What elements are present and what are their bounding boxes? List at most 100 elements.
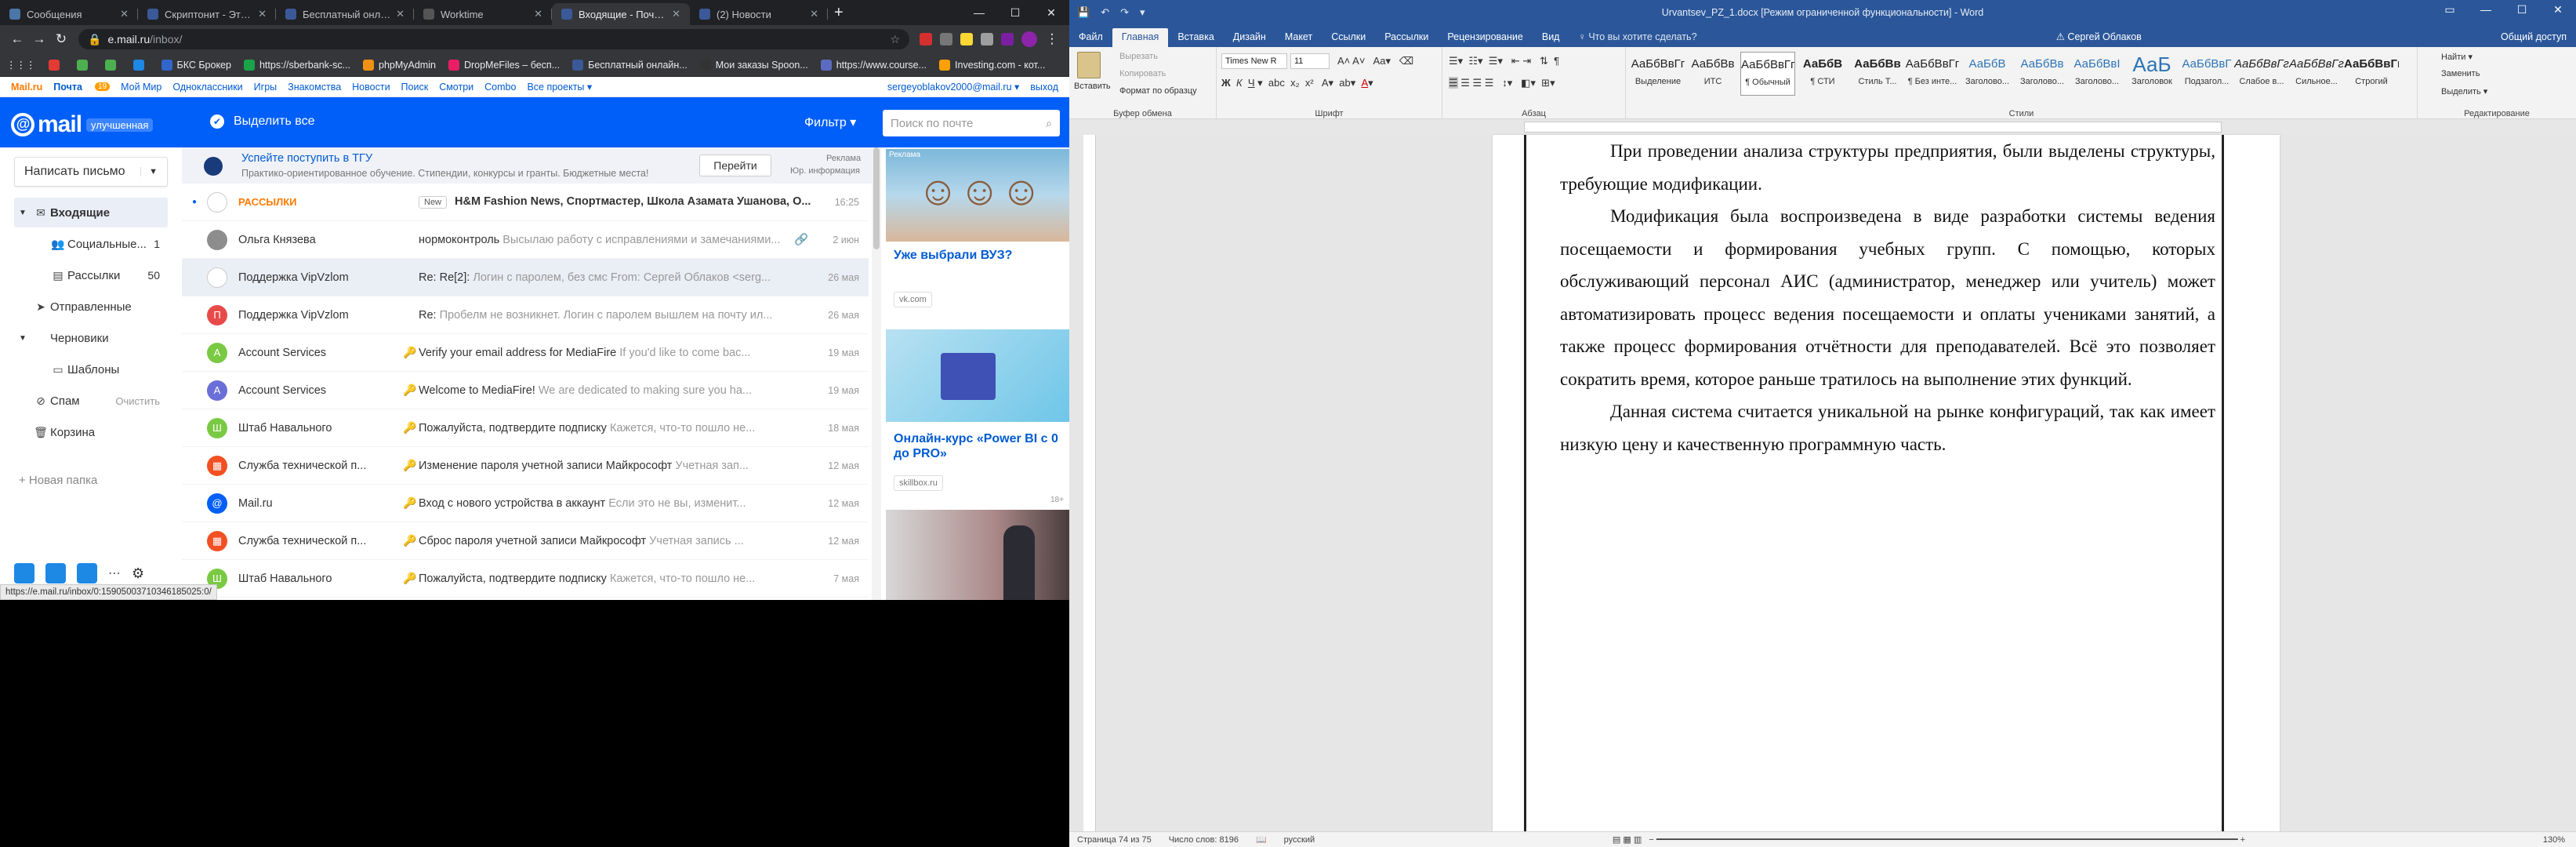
- logout-link[interactable]: выход: [1030, 82, 1058, 93]
- bookmark-item[interactable]: Бесплатный онлайн...: [572, 59, 688, 71]
- horizontal-ruler[interactable]: [1069, 119, 2576, 135]
- more-icon[interactable]: ⋯: [108, 565, 121, 581]
- browser-tab[interactable]: (2) Новости ✕: [690, 3, 828, 25]
- browser-tab[interactable]: Worktime ✕: [414, 3, 552, 25]
- tell-me-input[interactable]: ♀ Что вы хотите сделать?: [1569, 28, 1706, 47]
- folder-item[interactable]: ➤ Отправленные: [14, 292, 168, 322]
- ad-image[interactable]: [886, 329, 1069, 422]
- zoom-level[interactable]: 130%: [2543, 835, 2565, 845]
- clear-spam-button[interactable]: Очистить: [115, 395, 160, 407]
- document-paragraph[interactable]: При проведении анализа структуры предпри…: [1560, 135, 2215, 200]
- font-size-select[interactable]: 11: [1290, 53, 1330, 69]
- font-format-buttons[interactable]: Ж К Ч ▾ abc x₂ x² A▾ ab▾ A▾: [1221, 77, 1373, 89]
- ribbon-display-icon[interactable]: ▭: [2432, 3, 2468, 16]
- style-item[interactable]: АаБ Заголовок: [2124, 52, 2179, 96]
- ad-source[interactable]: skillbox.ru: [894, 475, 943, 491]
- app-icon[interactable]: [14, 563, 34, 583]
- browser-tab[interactable]: Сообщения ✕: [0, 3, 138, 25]
- maximize-button[interactable]: ☐: [2504, 3, 2540, 16]
- style-item[interactable]: АаБбВвГг Выделение: [1631, 52, 1685, 96]
- bookmark-item[interactable]: [104, 59, 121, 71]
- ad-title[interactable]: Онлайн-курс «Power BI с 0 до PRO»: [894, 431, 1066, 461]
- minimize-button[interactable]: —: [961, 6, 997, 19]
- portal-link[interactable]: Игры: [254, 82, 277, 93]
- close-button[interactable]: ✕: [1033, 6, 1069, 20]
- message-row[interactable]: A Account Services 🔑 Welcome to MediaFire! …: [182, 372, 869, 409]
- new-folder-button[interactable]: + Новая папка: [19, 474, 97, 487]
- ad-title[interactable]: Уже выбрали ВУЗ?: [894, 248, 1066, 263]
- extension-icon[interactable]: [940, 33, 952, 45]
- font-size-buttons[interactable]: A˄ A˅ Aa▾ ⌫: [1337, 55, 1413, 67]
- style-item[interactable]: АаБбВвГг Слабое в...: [2234, 52, 2289, 96]
- folder-item[interactable]: ▤ Рассылки 50: [31, 260, 168, 290]
- url-bar[interactable]: 🔒 e.mail.ru/inbox/ ☆: [78, 29, 909, 49]
- style-item[interactable]: АаБбВвІ Заголово...: [2070, 52, 2124, 96]
- bookmark-item[interactable]: Мои заказы Spoon...: [699, 59, 808, 71]
- user-account[interactable]: ⚠ Сергей Облаков: [2056, 28, 2151, 47]
- extension-icon[interactable]: [920, 33, 932, 45]
- portal-link[interactable]: Поиск: [401, 82, 429, 93]
- align-buttons[interactable]: ☰ ☰ ☰ ☰ ↕▾ ◧▾ ⊞▾: [1449, 77, 1555, 89]
- ribbon-tab[interactable]: Ссылки: [1322, 28, 1375, 47]
- font-name-select[interactable]: Times New R: [1221, 53, 1287, 69]
- folder-item[interactable]: ▼ ✉ Входящие: [14, 198, 168, 227]
- bookmark-item[interactable]: DropMeFiles – бесп...: [448, 59, 560, 71]
- message-row[interactable]: Ольга Князева нормоконтроль Высылаю работ…: [182, 221, 869, 259]
- folder-item[interactable]: 🗑 Корзина: [14, 417, 168, 447]
- ribbon-tab[interactable]: Вставка: [1168, 28, 1223, 47]
- bookmark-item[interactable]: https://sberbank-sc...: [243, 59, 350, 71]
- portal-link[interactable]: Смотри: [439, 82, 473, 93]
- style-item[interactable]: АаБбВ Заголово...: [1960, 52, 2015, 96]
- bookmark-item[interactable]: [48, 59, 64, 71]
- style-item[interactable]: АаБбВв Стиль Т...: [1850, 52, 1905, 96]
- mail-logo[interactable]: @ mail улучшенная: [11, 111, 154, 138]
- apps-icon[interactable]: ⋮⋮⋮: [6, 59, 36, 71]
- style-item[interactable]: АаБбВвГг Строгий: [2344, 52, 2399, 96]
- bookmark-item[interactable]: phpMyAdmin: [363, 59, 436, 71]
- star-icon[interactable]: ☆: [890, 33, 900, 46]
- word-count[interactable]: Число слов: 8196: [1169, 835, 1239, 845]
- extension-icon[interactable]: [960, 33, 973, 45]
- portal-link[interactable]: Почта: [53, 82, 82, 93]
- portal-link[interactable]: Знакомства: [288, 82, 341, 93]
- user-email[interactable]: sergeyoblakov2000@mail.ru ▾: [887, 81, 1019, 93]
- minimize-button[interactable]: —: [2468, 3, 2504, 16]
- folder-item[interactable]: ▼ Черновики: [14, 323, 168, 353]
- browser-tab[interactable]: Входящие - Почта Ma ✕: [552, 3, 690, 25]
- bookmark-item[interactable]: [76, 59, 93, 71]
- select-all-button[interactable]: ✔ Выделить все: [210, 115, 314, 129]
- document-paragraph[interactable]: Модификация была воспроизведена в виде р…: [1560, 200, 2215, 395]
- list-buttons[interactable]: ☰▾ ☷▾ ☰▾ ⇤ ⇥ ⇅ ¶: [1449, 55, 1559, 67]
- ad-source[interactable]: vk.com: [894, 292, 932, 307]
- unread-dot-icon[interactable]: ●: [182, 198, 207, 206]
- ribbon-tab[interactable]: Дизайн: [1224, 28, 1275, 47]
- close-tab-icon[interactable]: ✕: [120, 8, 129, 20]
- back-button[interactable]: ←: [6, 31, 28, 47]
- proofing-icon[interactable]: 📖: [1256, 834, 1267, 845]
- portal-link[interactable]: Combo: [484, 82, 516, 93]
- format-painter-button[interactable]: Формат по образцу: [1119, 86, 1197, 96]
- maximize-button[interactable]: ☐: [997, 6, 1033, 20]
- replace-button[interactable]: Заменить: [2441, 69, 2480, 78]
- paste-icon[interactable]: [1077, 52, 1101, 78]
- new-tab-button[interactable]: +: [834, 4, 854, 22]
- portal-link[interactable]: Mail.ru: [11, 82, 42, 93]
- chevron-icon[interactable]: ▼: [19, 209, 31, 217]
- ad-image[interactable]: [886, 510, 1069, 600]
- share-button[interactable]: Общий доступ: [2501, 28, 2576, 47]
- ad-image[interactable]: Реклама ☺☺☺: [886, 149, 1069, 242]
- style-item[interactable]: АаБбВв ИТС: [1685, 52, 1740, 96]
- chevron-icon[interactable]: ▼: [19, 334, 31, 343]
- portal-link[interactable]: Одноклассники: [172, 82, 242, 93]
- find-button[interactable]: Найти ▾: [2441, 52, 2473, 62]
- bookmark-item[interactable]: БКС Брокер: [161, 59, 231, 71]
- document-page[interactable]: При проведении анализа структуры предпри…: [1493, 135, 2280, 831]
- chevron-down-icon[interactable]: ▼: [140, 167, 158, 176]
- ribbon-tab[interactable]: Главная: [1112, 28, 1169, 47]
- message-row[interactable]: Ш Штаб Навального 🔑 Пожалуйста, подтвердите…: [182, 560, 869, 598]
- ruler-track[interactable]: [1524, 122, 2222, 133]
- close-tab-icon[interactable]: ✕: [672, 8, 680, 20]
- message-row[interactable]: A Account Services 🔑 Verify your email addr…: [182, 334, 869, 372]
- style-item[interactable]: АаБбВвГг ¶ Обычный: [1740, 52, 1795, 96]
- style-item[interactable]: АаБбВвГг Сильное...: [2289, 52, 2344, 96]
